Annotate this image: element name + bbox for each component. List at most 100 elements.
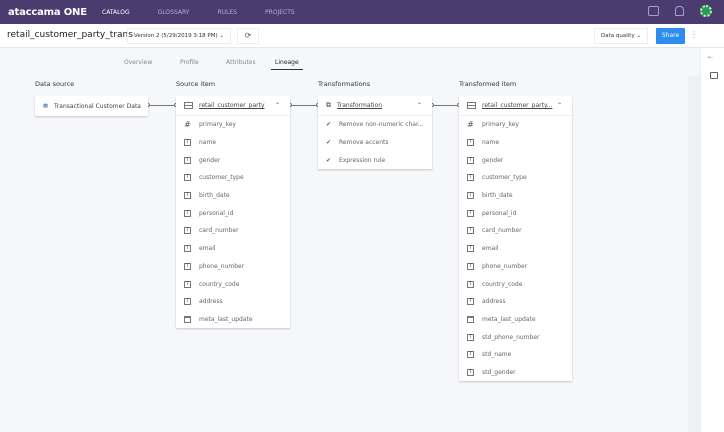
data-source-card[interactable]: ⛃ Transactional Customer Data	[35, 96, 148, 116]
text-type-icon: T	[467, 192, 474, 200]
field-row[interactable]: Tname	[459, 134, 572, 152]
field-name: phone_number	[199, 262, 245, 270]
text-type-icon: T	[467, 227, 474, 235]
field-row[interactable]: Tpersonal_id	[459, 204, 572, 222]
text-type-icon: T	[467, 351, 474, 359]
transformation-step: ✔ Remove non-numeric char...	[318, 116, 432, 134]
field-row[interactable]: Tcustomer_type	[176, 169, 290, 187]
version-select[interactable]: Version 2 (5/29/2019 3:18 PM) ⌄	[127, 28, 231, 44]
field-row[interactable]: Taddress	[176, 293, 290, 311]
collapse-icon[interactable]: ⇤	[708, 54, 713, 61]
text-type-icon: T	[184, 156, 191, 164]
connector	[148, 105, 176, 106]
field-row[interactable]: Tphone_number	[176, 258, 290, 276]
source-item-link[interactable]: retail_customer_party	[199, 102, 265, 109]
text-type-icon: T	[467, 280, 474, 288]
field-name: primary_key	[482, 121, 519, 129]
tab-lineage[interactable]: Lineage	[271, 59, 303, 70]
text-type-icon: T	[184, 298, 191, 306]
field-name: email	[482, 245, 499, 253]
scrollbar[interactable]	[688, 76, 700, 432]
check-icon: ✔	[326, 156, 332, 164]
more-menu-icon[interactable]: ⋮	[690, 30, 698, 39]
tab-attributes[interactable]: Attributes	[226, 59, 256, 66]
table-icon	[184, 102, 193, 109]
chevron-up-icon[interactable]: ⌃	[417, 102, 422, 109]
field-row[interactable]: meta_last_update	[459, 311, 572, 329]
connector	[432, 105, 459, 106]
field-row[interactable]: # primary_key	[176, 116, 290, 134]
monitor-icon[interactable]	[648, 6, 659, 16]
nav-projects[interactable]: PROJECTS	[265, 9, 295, 16]
field-name: country_code	[199, 280, 240, 288]
data-quality-select[interactable]: Data quality ⌄	[594, 28, 649, 44]
bell-icon[interactable]	[675, 6, 684, 16]
field-name: std_gender	[482, 368, 516, 376]
transformed-item-card: retail_customer_party... ⌃ # primary_key Tn…	[459, 96, 572, 382]
field-row[interactable]: Taddress	[459, 293, 572, 311]
transformation-link[interactable]: Transformation	[337, 102, 382, 109]
nav-glossary[interactable]: GLOSSARY	[158, 9, 190, 16]
source-item-card: retail_customer_party ⌃ # primary_key Tname…	[176, 96, 290, 329]
field-row[interactable]: Tgender	[176, 151, 290, 169]
text-type-icon: T	[467, 245, 474, 253]
field-row[interactable]: Temail	[176, 240, 290, 258]
text-type-icon: T	[184, 209, 191, 217]
field-name: card_number	[482, 227, 522, 235]
field-row[interactable]: Tname	[176, 134, 290, 152]
field-row[interactable]: Temail	[459, 240, 572, 258]
text-type-icon: T	[467, 139, 474, 147]
field-name: name	[199, 139, 217, 147]
text-type-icon: T	[184, 245, 191, 253]
text-type-icon: T	[467, 156, 474, 164]
tab-overview[interactable]: Overview	[124, 59, 152, 66]
hash-icon: #	[184, 120, 191, 130]
field-row[interactable]: Tbirth_date	[459, 187, 572, 205]
transformed-item-link[interactable]: retail_customer_party...	[482, 102, 552, 109]
text-type-icon: T	[184, 174, 191, 182]
column-header-source-item: Source item	[176, 80, 216, 88]
text-type-icon: T	[184, 192, 191, 200]
field-row[interactable]: Tpersonal_id	[176, 204, 290, 222]
step-label: Remove accents	[339, 139, 389, 147]
field-row[interactable]: Tbirth_date	[176, 187, 290, 205]
chevron-up-icon[interactable]: ⌃	[557, 102, 562, 109]
avatar[interactable]	[700, 5, 712, 17]
text-type-icon: T	[184, 280, 191, 288]
nav-catalog[interactable]: CATALOG	[102, 9, 130, 16]
nav-rules[interactable]: RULES	[217, 9, 237, 16]
field-row[interactable]: Tstd_gender	[459, 364, 572, 382]
field-name: personal_id	[482, 209, 517, 217]
refresh-button[interactable]: ⟳	[237, 28, 259, 44]
field-row[interactable]: Tphone_number	[459, 258, 572, 276]
transformation-icon: ⧉	[326, 101, 331, 109]
logo: ataccama ONE	[8, 6, 87, 18]
data-source-label: Transactional Customer Data	[54, 102, 141, 110]
text-type-icon: T	[467, 174, 474, 182]
field-row[interactable]: Tcustomer_type	[459, 169, 572, 187]
field-name: card_number	[199, 227, 239, 235]
field-row[interactable]: Tcountry_code	[459, 275, 572, 293]
field-row[interactable]: meta_last_update	[176, 311, 290, 329]
field-row[interactable]: Tcard_number	[176, 222, 290, 240]
field-name: primary_key	[199, 121, 236, 129]
tab-profile[interactable]: Profile	[180, 59, 199, 66]
field-row[interactable]: Tcountry_code	[176, 275, 290, 293]
comment-icon[interactable]	[710, 72, 718, 79]
step-label: Expression rule	[339, 156, 386, 164]
field-row[interactable]: Tstd_phone_number	[459, 328, 572, 346]
column-header-data-source: Data source	[35, 80, 75, 88]
field-row[interactable]: Tstd_name	[459, 346, 572, 364]
text-type-icon: T	[184, 139, 191, 147]
field-row[interactable]: Tcard_number	[459, 222, 572, 240]
field-row[interactable]: Tgender	[459, 151, 572, 169]
field-name: meta_last_update	[199, 315, 253, 323]
text-type-icon: T	[467, 368, 474, 376]
share-button[interactable]: Share	[656, 28, 685, 44]
field-name: address	[199, 298, 223, 306]
chevron-up-icon[interactable]: ⌃	[275, 102, 280, 109]
transformation-step: ✔ Expression rule	[318, 151, 432, 169]
field-row[interactable]: # primary_key	[459, 116, 572, 134]
field-name: gender	[199, 156, 221, 164]
page-title: retail_customer_party_trans	[7, 30, 133, 40]
